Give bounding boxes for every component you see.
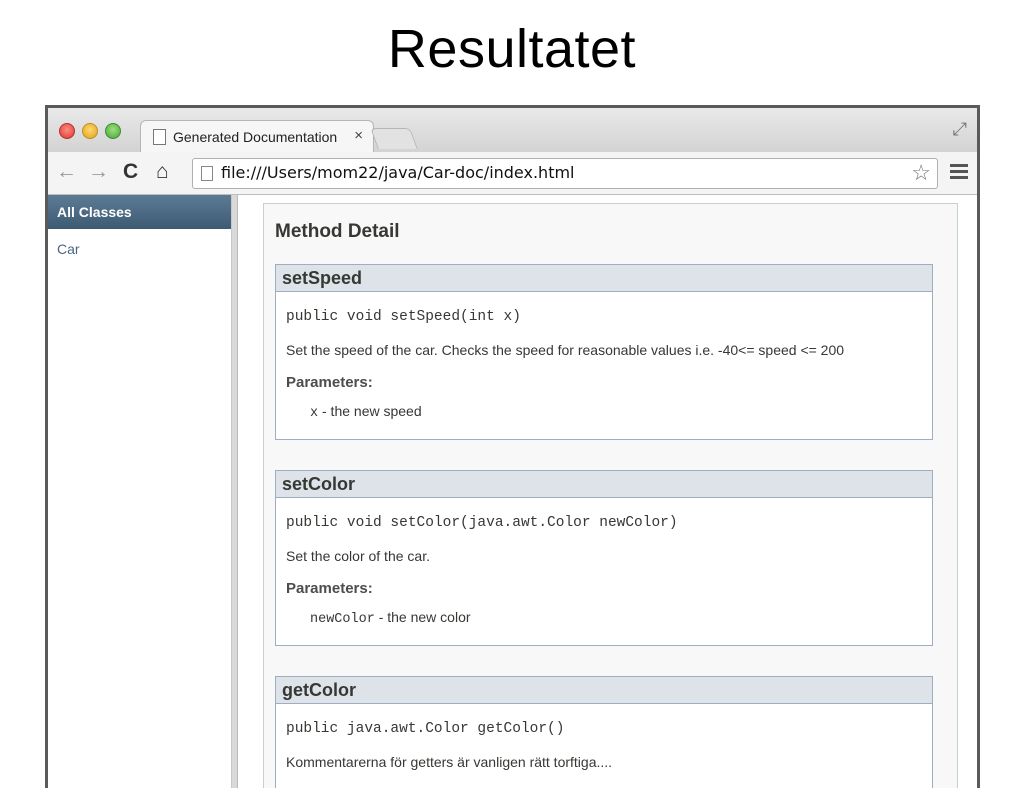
slide-title: Resultatet	[387, 19, 637, 79]
tab-generated-documentation[interactable]: Generated Documentation ×	[140, 120, 374, 153]
parameter-item: x - the new speed	[310, 403, 422, 421]
method-description: Set the speed of the car. Checks the spe…	[286, 342, 845, 358]
bookmark-star-icon[interactable]: ☆	[911, 160, 931, 186]
document-icon	[153, 129, 166, 145]
address-bar[interactable]: file:///Users/mom22/java/Car-doc/index.h…	[192, 158, 938, 189]
class-link-car[interactable]: Car	[57, 241, 231, 257]
method-description: Set the color of the car.	[286, 548, 430, 564]
new-tab-button[interactable]	[370, 128, 418, 149]
browser-toolbar: ← → C ⌂ file:///Users/mom22/java/Car-doc…	[48, 152, 977, 195]
menu-icon[interactable]	[950, 164, 968, 182]
method-name: setSpeed	[276, 265, 932, 292]
close-window-button[interactable]	[59, 123, 75, 139]
documentation-frame: Method Detail setSpeed public void setSp…	[238, 195, 977, 788]
parameter-item: newColor - the new color	[310, 609, 471, 627]
method-signature: public void setColor(java.awt.Color newC…	[286, 515, 678, 531]
forward-button[interactable]: →	[88, 160, 109, 184]
parameter-description: - the new color	[374, 609, 471, 625]
browser-window: Generated Documentation × ⤢ ← → C ⌂ file…	[45, 105, 980, 788]
page-icon	[201, 166, 213, 181]
parameter-name: newColor	[310, 612, 375, 627]
method-block: getColor public java.awt.Color getColor(…	[275, 676, 933, 788]
back-button[interactable]: ←	[56, 160, 77, 184]
method-block: setSpeed public void setSpeed(int x) Set…	[275, 264, 933, 440]
reload-button[interactable]: C	[123, 160, 138, 184]
url-text[interactable]: file:///Users/mom22/java/Car-doc/index.h…	[221, 163, 575, 182]
method-name: setColor	[276, 471, 932, 498]
method-signature: public java.awt.Color getColor()	[286, 721, 565, 737]
method-signature: public void setSpeed(int x)	[286, 309, 521, 325]
section-title: Method Detail	[275, 221, 400, 242]
zoom-window-button[interactable]	[105, 123, 121, 139]
minimize-window-button[interactable]	[82, 123, 98, 139]
home-button[interactable]: ⌂	[156, 160, 169, 184]
method-name: getColor	[276, 677, 932, 704]
parameters-label: Parameters:	[286, 580, 373, 597]
page-content: All Classes Car Method Detail setSpeed p…	[48, 195, 977, 788]
tab-bar: Generated Documentation × ⤢	[48, 108, 977, 153]
tab-close-icon[interactable]: ×	[354, 127, 363, 144]
parameter-name: x	[310, 406, 319, 421]
fullscreen-icon[interactable]: ⤢	[953, 119, 967, 140]
method-detail-panel: Method Detail setSpeed public void setSp…	[263, 203, 958, 788]
method-block: setColor public void setColor(java.awt.C…	[275, 470, 933, 646]
class-list-frame: All Classes Car	[48, 195, 232, 788]
parameter-description: - the new speed	[318, 403, 422, 419]
tab-title: Generated Documentation	[173, 129, 338, 145]
all-classes-heading: All Classes	[48, 195, 231, 229]
parameters-label: Parameters:	[286, 374, 373, 391]
